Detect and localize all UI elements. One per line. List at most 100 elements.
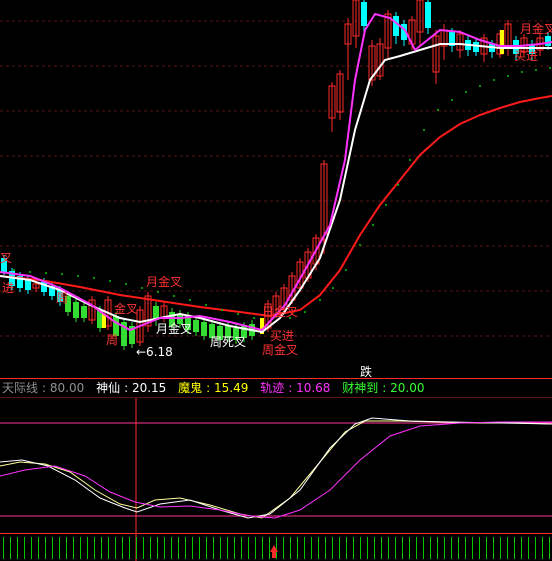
indicator-panel bbox=[0, 398, 552, 561]
volume-bar-10 bbox=[73, 537, 74, 559]
sar-dot-34 bbox=[535, 69, 537, 71]
volume-bar-25 bbox=[178, 537, 179, 559]
sar-dot-1 bbox=[29, 271, 31, 273]
sar-dot-0 bbox=[13, 269, 15, 271]
volume-bar-49 bbox=[346, 537, 347, 559]
volume-bar-16 bbox=[115, 537, 116, 559]
legend-item-immortal: 神仙: 20.15 bbox=[96, 381, 167, 395]
volume-bar-42 bbox=[297, 537, 298, 559]
volume-bar-68 bbox=[479, 537, 480, 559]
volume-bar-67 bbox=[472, 537, 473, 559]
volume-bar-29 bbox=[206, 537, 207, 559]
volume-bar-30 bbox=[213, 537, 214, 559]
volume-bar-66 bbox=[465, 537, 466, 559]
sar-dot-18 bbox=[319, 299, 321, 301]
volume-bar-8 bbox=[59, 537, 60, 559]
volume-bar-45 bbox=[318, 537, 319, 559]
sar-dot-8 bbox=[141, 287, 143, 289]
sar-dot-2 bbox=[45, 272, 47, 274]
volume-bar-74 bbox=[521, 537, 522, 559]
annotation-a4: 月金叉 bbox=[146, 274, 182, 289]
annotations: 叉进周月金叉金叉月金叉周 周死叉日金叉买进周金叉←6.18跌月金叉买进 bbox=[0, 21, 552, 379]
legend-item-track: 轨迹: 10.68 bbox=[260, 381, 331, 395]
volume-bar-9 bbox=[66, 537, 67, 559]
candle-body-3 bbox=[25, 280, 31, 290]
sar-dot-4 bbox=[77, 275, 79, 277]
volume-bar-65 bbox=[458, 537, 459, 559]
annotation-a13: 跌 bbox=[360, 364, 372, 379]
volume-bar-69 bbox=[486, 537, 487, 559]
volume-bar-46 bbox=[325, 537, 326, 559]
indicator-legend: 天际线: 80.00 神仙: 20.15 魔鬼: 15.49 轨迹: 10.68… bbox=[2, 379, 432, 397]
annotation-a15: 买进 bbox=[514, 49, 538, 63]
chart-svg[interactable]: 叉进周月金叉金叉月金叉周 周死叉日金叉买进周金叉←6.18跌月金叉买进 bbox=[0, 0, 552, 561]
legend-item-skyline: 天际线: 80.00 bbox=[2, 381, 85, 395]
volume-bar-55 bbox=[388, 537, 389, 559]
volume-bar-50 bbox=[353, 537, 354, 559]
ma-line-magenta bbox=[0, 12, 552, 332]
volume-bar-37 bbox=[262, 537, 263, 559]
volume-bar-57 bbox=[402, 537, 403, 559]
volume-bar-36 bbox=[255, 537, 256, 559]
sar-dot-3 bbox=[61, 273, 63, 275]
grid bbox=[0, 20, 552, 534]
volume-bar-22 bbox=[157, 537, 158, 559]
candle-body-9 bbox=[73, 302, 79, 318]
sar-dot-11 bbox=[189, 299, 191, 301]
sar-dot-13 bbox=[221, 309, 223, 311]
volume-bar-60 bbox=[423, 537, 424, 559]
volume-bar-33 bbox=[234, 537, 235, 559]
sar-dot-6 bbox=[109, 280, 111, 282]
sar-dot-35 bbox=[549, 67, 551, 69]
sar-dot-9 bbox=[157, 291, 159, 293]
sar-dot-31 bbox=[493, 79, 495, 81]
sar-dot-7 bbox=[125, 283, 127, 285]
ma-line-white bbox=[0, 43, 552, 334]
indicator-line-white bbox=[0, 417, 552, 519]
volume-bar-59 bbox=[416, 537, 417, 559]
volume-bar-78 bbox=[549, 537, 550, 559]
sar-dot-14 bbox=[237, 313, 239, 315]
annotation-a1: 叉 bbox=[0, 251, 12, 265]
indicator-line-yellow bbox=[0, 420, 552, 519]
volume-bar-18 bbox=[129, 537, 130, 559]
volume-bar-54 bbox=[381, 537, 382, 559]
sar-dot-26 bbox=[423, 129, 425, 131]
annotation-a2: 进 bbox=[2, 281, 14, 295]
sar-dot-33 bbox=[521, 71, 523, 73]
volume-bar-2 bbox=[17, 537, 18, 559]
volume-bar-3 bbox=[24, 537, 25, 559]
volume-bar-53 bbox=[374, 537, 375, 559]
sar-dot-25 bbox=[409, 159, 411, 161]
sar-dot-29 bbox=[465, 91, 467, 93]
volume-bar-40 bbox=[283, 537, 284, 559]
sar-dot-22 bbox=[372, 224, 374, 226]
volume-bar-47 bbox=[332, 537, 333, 559]
legend-item-devil: 魔鬼: 15.49 bbox=[178, 381, 249, 395]
volume-bar-15 bbox=[108, 537, 109, 559]
candle-body-67 bbox=[545, 36, 551, 46]
volume-bar-62 bbox=[437, 537, 438, 559]
candle-body-52 bbox=[425, 2, 431, 28]
sar-dot-20 bbox=[345, 269, 347, 271]
candle-body-24 bbox=[193, 320, 199, 332]
candle-body-44 bbox=[361, 2, 367, 26]
volume-bar-56 bbox=[395, 537, 396, 559]
volume-bar-32 bbox=[227, 537, 228, 559]
volume-bar-64 bbox=[451, 537, 452, 559]
volume-bar-71 bbox=[500, 537, 501, 559]
annotation-a14: 月金叉 bbox=[520, 21, 552, 36]
volume-bar-23 bbox=[164, 537, 165, 559]
volume-bar-13 bbox=[94, 537, 95, 559]
candle-body-10 bbox=[81, 306, 87, 318]
sar-dot-15 bbox=[253, 317, 255, 319]
volume-bar-6 bbox=[45, 537, 46, 559]
sar-dot-28 bbox=[451, 99, 453, 101]
moving-averages bbox=[0, 12, 552, 334]
chart-stage: 叉进周月金叉 金叉 月金叉周周死叉 日金叉 买进 周金叉 ←6.18 跌月金叉 买进 天际线: … bbox=[0, 0, 552, 561]
volume-bar-51 bbox=[360, 537, 361, 559]
annotation-a11: 周金叉 bbox=[262, 342, 298, 357]
sar-dot-21 bbox=[359, 244, 361, 246]
annotation-a5: 金叉 bbox=[114, 301, 138, 316]
annotation-a3: 周 bbox=[56, 291, 68, 305]
